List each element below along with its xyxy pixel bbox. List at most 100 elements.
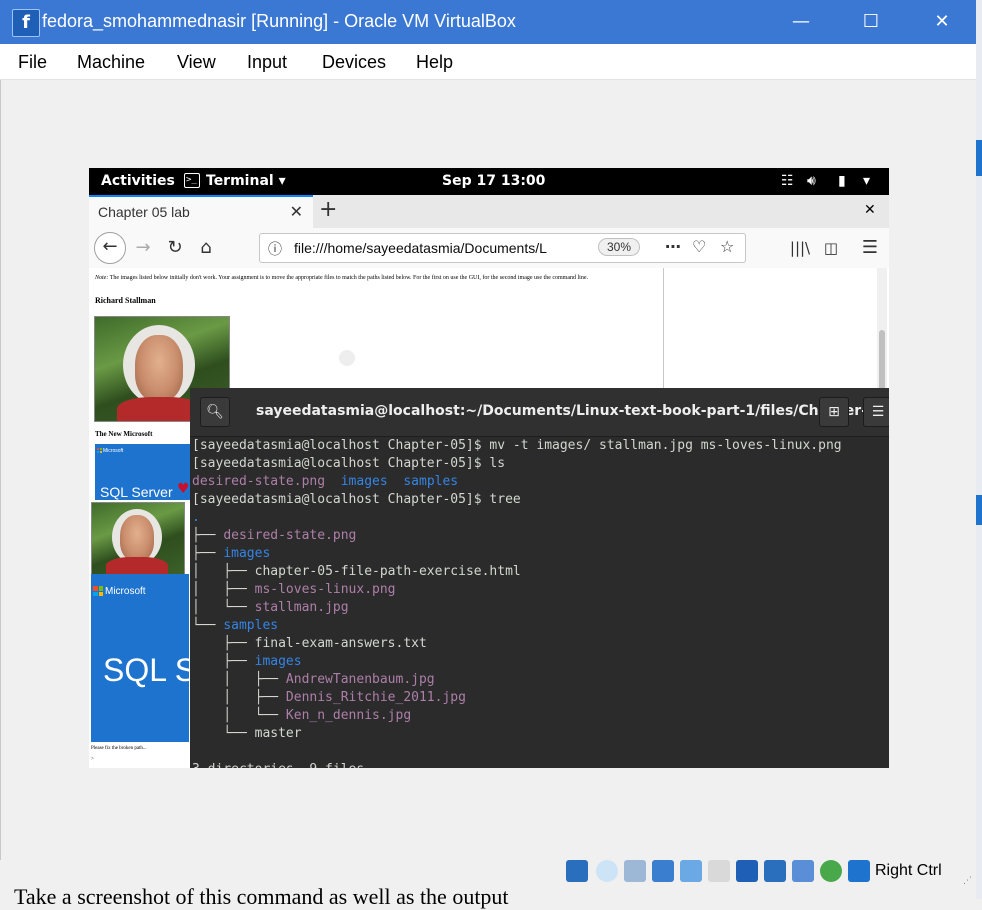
system-menu-arrow-icon[interactable]: ▾	[863, 173, 870, 189]
app-menu[interactable]: Terminal ▾	[206, 173, 286, 189]
menu-view[interactable]: View	[177, 52, 216, 73]
network-icon[interactable]	[652, 860, 674, 882]
fix-path-text: Please fix the broken path...	[91, 746, 147, 751]
usb-icon[interactable]	[680, 860, 702, 882]
tree-branch: ├──	[192, 654, 255, 669]
url-text[interactable]: file:///home/sayeedatasmia/Documents/L	[294, 240, 562, 256]
sql-server-text: SQL Server	[100, 484, 173, 500]
menu-devices[interactable]: Devices	[322, 52, 386, 73]
terminal-output[interactable]: [sayeedatasmia@localhost Chapter-05]$ mv…	[192, 437, 888, 768]
menu-file[interactable]: File	[18, 52, 47, 73]
heart-icon: ♥	[177, 481, 190, 497]
background-document-text: Take a screenshot of this command as wel…	[14, 884, 509, 909]
tree-entry: desired-state.png	[223, 528, 357, 543]
forward-button[interactable]: →	[129, 234, 157, 262]
clock[interactable]: Sep 17 13:00	[442, 173, 545, 189]
audio-icon[interactable]	[624, 860, 646, 882]
terminal-line: │ └── stallman.jpg	[192, 599, 888, 617]
tree-entry: images	[254, 654, 302, 669]
terminal-line: │ ├── ms-loves-linux.png	[192, 581, 888, 599]
hamburger-menu-icon[interactable]: ☰	[856, 234, 884, 262]
back-button[interactable]: ←	[94, 232, 126, 264]
browser-tab-strip: Chapter 05 lab ✕ + ✕	[89, 195, 889, 228]
tree-entry: AndrewTanenbaum.jpg	[285, 672, 435, 687]
page-actions-icon[interactable]: ⋯	[665, 237, 681, 256]
tree-branch: │ └──	[192, 708, 286, 723]
close-tab-icon[interactable]: ✕	[290, 202, 303, 221]
battery-icon[interactable]: ▮	[838, 173, 846, 189]
url-bar[interactable]: ⓘ file:///home/sayeedatasmia/Documents/L…	[259, 233, 746, 263]
shared-folders-icon[interactable]	[708, 860, 730, 882]
terminal-line: ├── final-exam-answers.txt	[192, 635, 888, 653]
tree-entry: Ken_n_dennis.jpg	[285, 708, 412, 723]
browser-navbar: ← → ↻ ⌂ ⓘ file:///home/sayeedatasmia/Doc…	[89, 228, 889, 269]
tab-chapter-05-lab[interactable]: Chapter 05 lab ✕	[89, 195, 313, 228]
tree-branch: └──	[192, 618, 224, 633]
menu-input[interactable]: Input	[247, 52, 287, 73]
guest-screen[interactable]: Activities >_ Terminal ▾ Sep 17 13:00 ☷ …	[89, 168, 889, 768]
reload-button[interactable]: ↻	[161, 234, 189, 262]
terminal-menu-icon[interactable]: ☰	[863, 397, 889, 427]
new-terminal-tab-icon[interactable]: ⊞	[819, 397, 849, 427]
terminal-line: 3 directories, 9 files	[192, 761, 888, 768]
terminal-line: ├── images	[192, 545, 888, 563]
library-icon[interactable]: |||\	[786, 234, 814, 262]
minimize-button[interactable]: —	[778, 0, 824, 44]
scrollbar-thumb[interactable]	[879, 330, 885, 390]
pocket-icon[interactable]: ♡	[692, 237, 706, 256]
terminal-app-icon: >_	[184, 173, 200, 188]
tree-branch: ├──	[192, 528, 224, 543]
close-button[interactable]: ✕	[919, 0, 965, 44]
mouse-integration-icon[interactable]	[820, 860, 842, 882]
terminal-line: [sayeedatasmia@localhost Chapter-05]$ ls	[192, 456, 506, 471]
tree-entry: final-exam-answers.txt	[254, 636, 427, 651]
tree-branch: │ ├──	[192, 582, 255, 597]
activities-button[interactable]: Activities	[101, 173, 175, 189]
recording-icon[interactable]	[764, 860, 786, 882]
terminal-line: │ ├── AndrewTanenbaum.jpg	[192, 671, 888, 689]
terminal-line: │ └── Ken_n_dennis.jpg	[192, 707, 888, 725]
tree-entry: Dennis_Ritchie_2011.jpg	[285, 690, 466, 705]
tree-branch: │ ├──	[192, 690, 286, 705]
sql-server-text-large: SQL Se	[103, 652, 189, 688]
terminal-line: .	[192, 509, 888, 527]
home-button[interactable]: ⌂	[192, 234, 220, 262]
cursor-highlight	[339, 350, 355, 366]
background-window-edge	[976, 0, 982, 899]
menu-machine[interactable]: Machine	[77, 52, 145, 73]
hard-disk-icon[interactable]	[566, 860, 588, 882]
tree-entry: master	[254, 726, 302, 741]
zoom-indicator[interactable]: 30%	[598, 238, 641, 256]
resize-grip-icon[interactable]: ⋰	[963, 876, 972, 886]
tree-branch: │ ├──	[192, 672, 286, 687]
display-icon[interactable]	[736, 860, 758, 882]
tree-branch: │ └──	[192, 600, 255, 615]
tree-branch: ├──	[192, 546, 224, 561]
network-icon[interactable]: ☷	[781, 173, 794, 189]
virtualization-icon[interactable]	[792, 860, 814, 882]
menu-help[interactable]: Help	[416, 52, 453, 73]
search-icon[interactable]: 🔍︎	[200, 397, 230, 427]
menubar: File Machine View Input Devices Help	[0, 44, 976, 80]
window-titlebar: f fedora_smohammednasir [Running] - Orac…	[0, 0, 976, 44]
sql-server-image-large: Microsoft SQL Se	[91, 574, 189, 742]
tree-entry: images	[223, 546, 271, 561]
keyboard-capture-icon[interactable]	[848, 860, 870, 882]
tree-entry: samples	[223, 618, 279, 633]
bookmark-star-icon[interactable]: ☆	[720, 237, 734, 256]
ls-entry: desired-state.png	[192, 474, 326, 489]
site-info-icon[interactable]: ⓘ	[268, 239, 282, 259]
new-tab-button[interactable]: +	[319, 197, 337, 222]
virtualbox-fedora-icon: f	[12, 9, 40, 37]
optical-drive-icon[interactable]	[596, 860, 618, 882]
close-window-icon[interactable]: ✕	[864, 202, 876, 218]
sidebar-icon[interactable]: ◫	[817, 234, 845, 262]
terminal-title: sayeedatasmia@localhost:~/Documents/Linu…	[256, 403, 887, 419]
tree-branch: ├──	[192, 636, 255, 651]
tab-title: Chapter 05 lab	[98, 204, 190, 220]
volume-icon[interactable]: 🔊︎	[807, 173, 816, 189]
terminal-line: [sayeedatasmia@localhost Chapter-05]$ tr…	[192, 492, 521, 507]
terminal-window[interactable]: 🔍︎ sayeedatasmia@localhost:~/Documents/L…	[190, 388, 889, 768]
tree-entry: .	[192, 510, 200, 525]
maximize-button[interactable]: ☐	[848, 0, 894, 44]
